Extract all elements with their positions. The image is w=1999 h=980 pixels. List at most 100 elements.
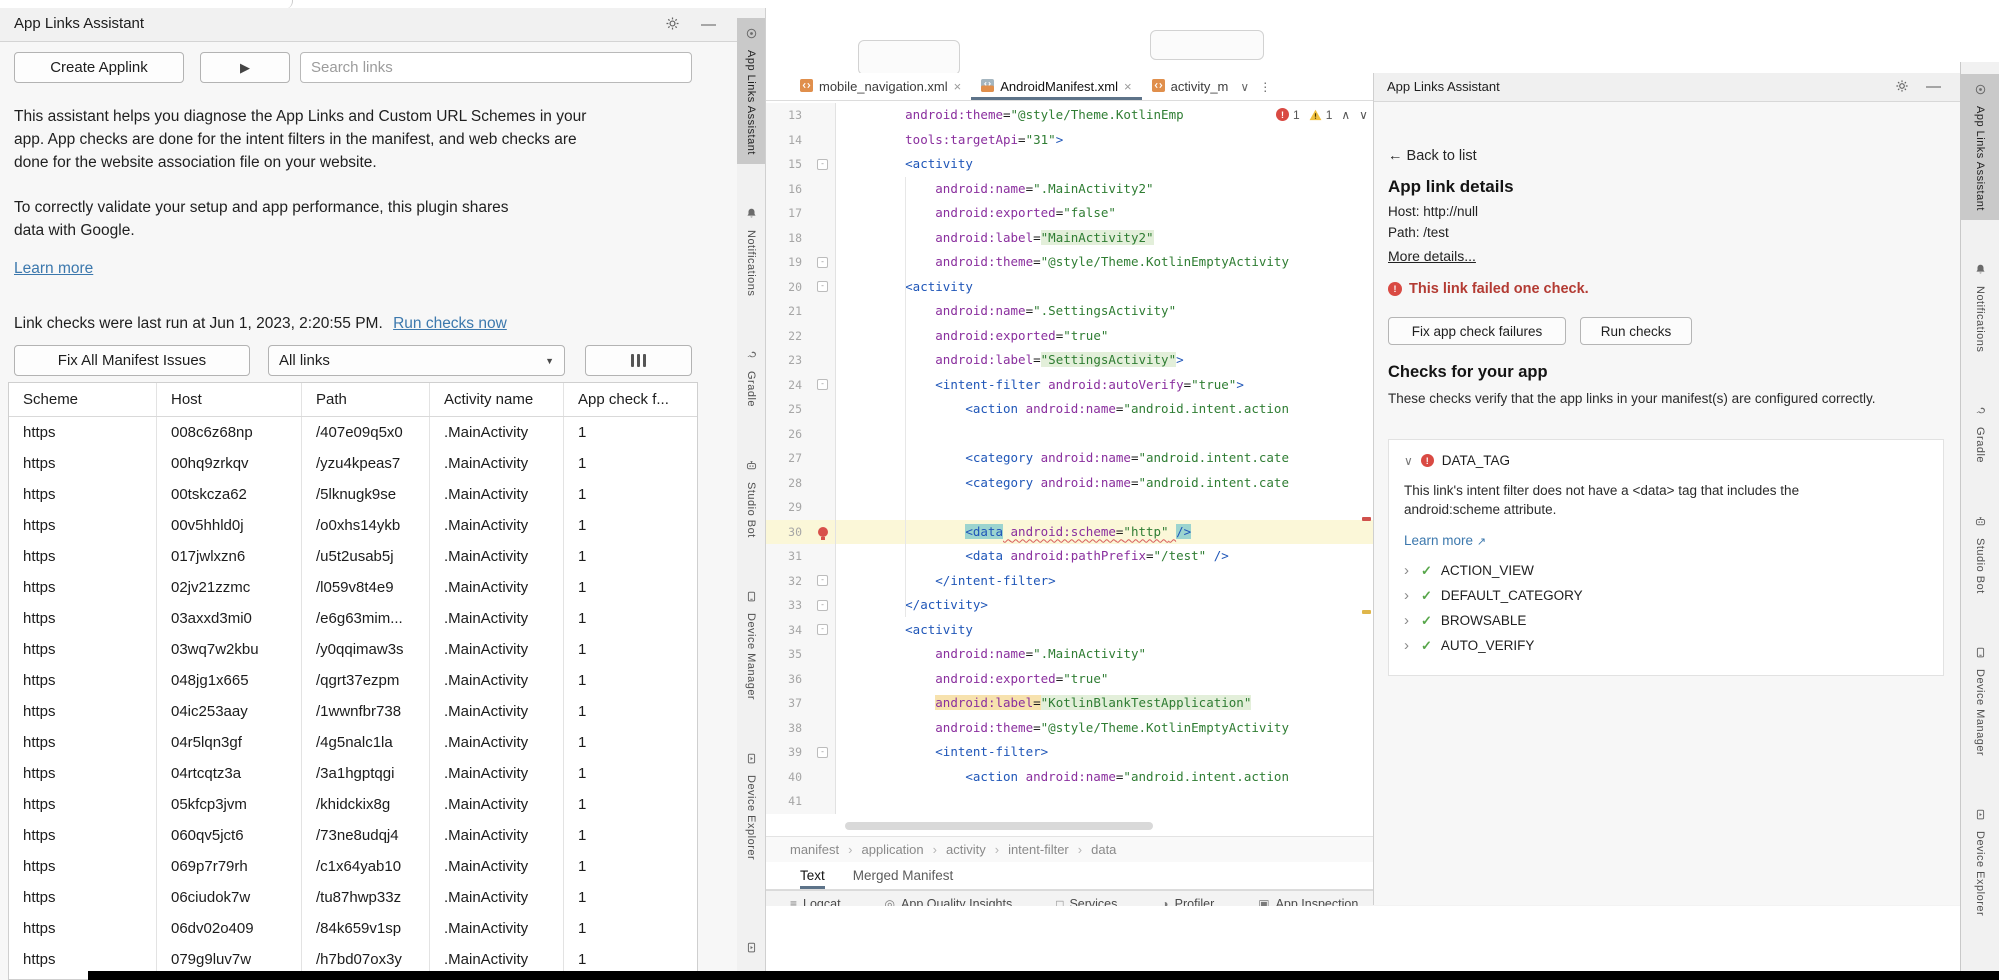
code-line[interactable]: 38 android:theme="@style/Theme.KotlinEmp… <box>766 716 1373 741</box>
links-filter-dropdown[interactable]: All links ▼ <box>268 345 565 376</box>
code-line[interactable]: 24- <intent-filter android:autoVerify="t… <box>766 373 1373 398</box>
code-line[interactable]: 14 tools:targetApi="31"> <box>766 128 1373 153</box>
code-line[interactable]: 26 <box>766 422 1373 447</box>
failed-check-row[interactable]: ∨ ! DATA_TAG <box>1404 453 1928 468</box>
code-line[interactable]: 33- </activity> <box>766 593 1373 618</box>
code-line[interactable]: 35 android:name=".MainActivity" <box>766 642 1373 667</box>
code-line[interactable]: 18 android:label="MainActivity2" <box>766 226 1373 251</box>
prev-issue-icon[interactable]: ∧ <box>1341 108 1350 122</box>
breadcrumb-item-manifest[interactable]: manifest <box>790 842 839 857</box>
table-row[interactable]: https048jg1x665/qgrt37ezpm.MainActivity1 <box>9 665 697 696</box>
next-issue-icon[interactable]: ∨ <box>1359 108 1368 122</box>
toolwindow-button-app-quality-insights[interactable]: ◎App Quality Insights <box>885 897 1013 906</box>
code-line[interactable]: 25 <action android:name="android.intent.… <box>766 397 1373 422</box>
learn-more-link[interactable]: Learn more <box>14 260 93 278</box>
sidebar-item-device-manager[interactable]: Device Manager <box>1961 637 1999 765</box>
table-row[interactable]: https00v5hhld0j/o0xhs14ykb.MainActivity1 <box>9 510 697 541</box>
table-row[interactable]: https04rtcqtz3a/3a1hgptqgi.MainActivity1 <box>9 758 697 789</box>
sidebar-item-studio-bot[interactable]: Studio Bot <box>737 450 765 547</box>
sidebar-item-device-explorer[interactable]: Device Explorer <box>737 743 765 869</box>
run-button[interactable]: ▶ <box>200 52 290 83</box>
search-links-input[interactable] <box>300 52 692 83</box>
table-row[interactable]: https008c6z68np/407e09q5x0.MainActivity1 <box>9 417 697 448</box>
code-line[interactable]: 23 android:label="SettingsActivity"> <box>766 348 1373 373</box>
code-line[interactable]: 17 android:exported="false" <box>766 201 1373 226</box>
gear-icon[interactable] <box>664 16 681 33</box>
column-settings-button[interactable] <box>585 345 692 376</box>
warning-stripe-mark[interactable] <box>1362 610 1371 614</box>
minimize-icon[interactable]: — <box>700 16 717 33</box>
toolwindow-button-app-inspection[interactable]: ▣App Inspection <box>1258 897 1358 906</box>
sidebar-item-device-manager[interactable]: Device Manager <box>737 581 765 709</box>
code-line[interactable]: 31 <data android:pathPrefix="/test" /> <box>766 544 1373 569</box>
fold-icon[interactable]: - <box>817 281 828 292</box>
toolwindow-button-profiler[interactable]: ◑Profiler <box>1161 897 1214 906</box>
table-row[interactable]: https06dv02o409/84k659v1sp.MainActivity1 <box>9 913 697 944</box>
code-line[interactable]: 22 android:exported="true" <box>766 324 1373 349</box>
code-line[interactable]: 27 <category android:name="android.inten… <box>766 446 1373 471</box>
table-row[interactable]: https060qv5jct6/73ne8udqj4.MainActivity1 <box>9 820 697 851</box>
close-icon[interactable]: × <box>954 79 962 94</box>
code-line[interactable]: 39- <intent-filter> <box>766 740 1373 765</box>
tab-activity_m[interactable]: activity_m <box>1142 73 1239 100</box>
learn-more-link[interactable]: Learn more <box>1404 533 1473 548</box>
toolwindow-button-logcat[interactable]: ≡Logcat <box>790 897 841 906</box>
fold-icon[interactable]: - <box>817 747 828 758</box>
table-row[interactable]: https03wq7w2kbu/y0qqimaw3s.MainActivity1 <box>9 634 697 665</box>
check-row-action_view[interactable]: ›✓ACTION_VIEW <box>1404 558 1928 583</box>
breadcrumb-item-data[interactable]: data <box>1091 842 1116 857</box>
error-bulb-icon[interactable] <box>818 527 828 537</box>
code-line[interactable]: 28 <category android:name="android.inten… <box>766 471 1373 496</box>
toolwindow-button-services[interactable]: □Services <box>1056 897 1117 906</box>
back-to-list-link[interactable]: ← Back to list <box>1388 148 1477 164</box>
fold-icon[interactable]: - <box>817 600 828 611</box>
table-row[interactable]: https02jv21zzmc/l059v8t4e9.MainActivity1 <box>9 572 697 603</box>
sidebar-item-gradle[interactable]: Gradle <box>1961 395 1999 472</box>
code-line[interactable]: 19- android:theme="@style/Theme.KotlinEm… <box>766 250 1373 275</box>
column-header[interactable]: Host <box>156 383 301 416</box>
column-header[interactable]: App check f... <box>563 383 697 416</box>
table-row[interactable]: https017jwlxzn6/u5t2usab5j.MainActivity1 <box>9 541 697 572</box>
run-checks-now-link[interactable]: Run checks now <box>393 315 507 332</box>
table-row[interactable]: https069p7r79rh/c1x64yab10.MainActivity1 <box>9 851 697 882</box>
fold-icon[interactable]: - <box>817 159 828 170</box>
fold-icon[interactable]: - <box>817 624 828 635</box>
code-line[interactable]: 41 <box>766 789 1373 814</box>
fold-icon[interactable]: - <box>817 575 828 586</box>
close-icon[interactable]: × <box>1124 79 1132 94</box>
view-tab-text[interactable]: Text <box>800 862 825 889</box>
gear-icon[interactable] <box>1893 79 1910 96</box>
code-line[interactable]: 15- <activity <box>766 152 1373 177</box>
sidebar-item-app-links-assistant[interactable]: App Links Assistant <box>1961 74 1999 220</box>
fold-icon[interactable]: - <box>817 257 828 268</box>
minimize-icon[interactable]: — <box>1925 78 1942 95</box>
table-row[interactable]: https04ic253aay/1wwnfbr738.MainActivity1 <box>9 696 697 727</box>
sidebar-item-device-explorer[interactable]: Device Explorer <box>1961 799 1999 925</box>
create-applink-button[interactable]: Create Applink <box>14 52 184 83</box>
column-header[interactable]: Activity name <box>429 383 563 416</box>
code-line[interactable]: 20- <activity <box>766 275 1373 300</box>
sidebar-item-notifications[interactable]: Notifications <box>1961 254 1999 361</box>
horizontal-scrollbar[interactable] <box>845 822 1153 830</box>
code-line[interactable]: 37 android:label="KotlinBlankTestApplica… <box>766 691 1373 716</box>
breadcrumb-item-activity[interactable]: activity <box>946 842 986 857</box>
code-line[interactable]: 29 <box>766 495 1373 520</box>
breadcrumb-item-intent-filter[interactable]: intent-filter <box>1008 842 1069 857</box>
warning-count[interactable]: 1 <box>1309 108 1333 122</box>
tab-androidmanifest-xml[interactable]: AndroidManifest.xml× <box>971 73 1141 100</box>
check-row-default_category[interactable]: ›✓DEFAULT_CATEGORY <box>1404 583 1928 608</box>
kebab-icon[interactable]: ⋮ <box>1259 80 1271 94</box>
table-row[interactable]: https05kfcp3jvm/khidckix8g.MainActivity1 <box>9 789 697 820</box>
fold-icon[interactable]: - <box>817 379 828 390</box>
code-line[interactable]: 30 <data android:scheme="http" /> <box>766 520 1373 545</box>
error-count[interactable]: !1 <box>1276 108 1300 122</box>
table-row[interactable]: https04r5lqn3gf/4g5nalc1la.MainActivity1 <box>9 727 697 758</box>
tab-mobile_navigation-xml[interactable]: mobile_navigation.xml× <box>790 73 971 100</box>
code-line[interactable]: 32- </intent-filter> <box>766 569 1373 594</box>
breadcrumb-item-application[interactable]: application <box>861 842 923 857</box>
more-details-link[interactable]: More details... <box>1388 248 1476 264</box>
column-header[interactable]: Scheme <box>9 391 156 408</box>
code-line[interactable]: 40 <action android:name="android.intent.… <box>766 765 1373 790</box>
code-line[interactable]: 36 android:exported="true" <box>766 667 1373 692</box>
table-row[interactable]: https06ciudok7w/tu87hwp33z.MainActivity1 <box>9 882 697 913</box>
